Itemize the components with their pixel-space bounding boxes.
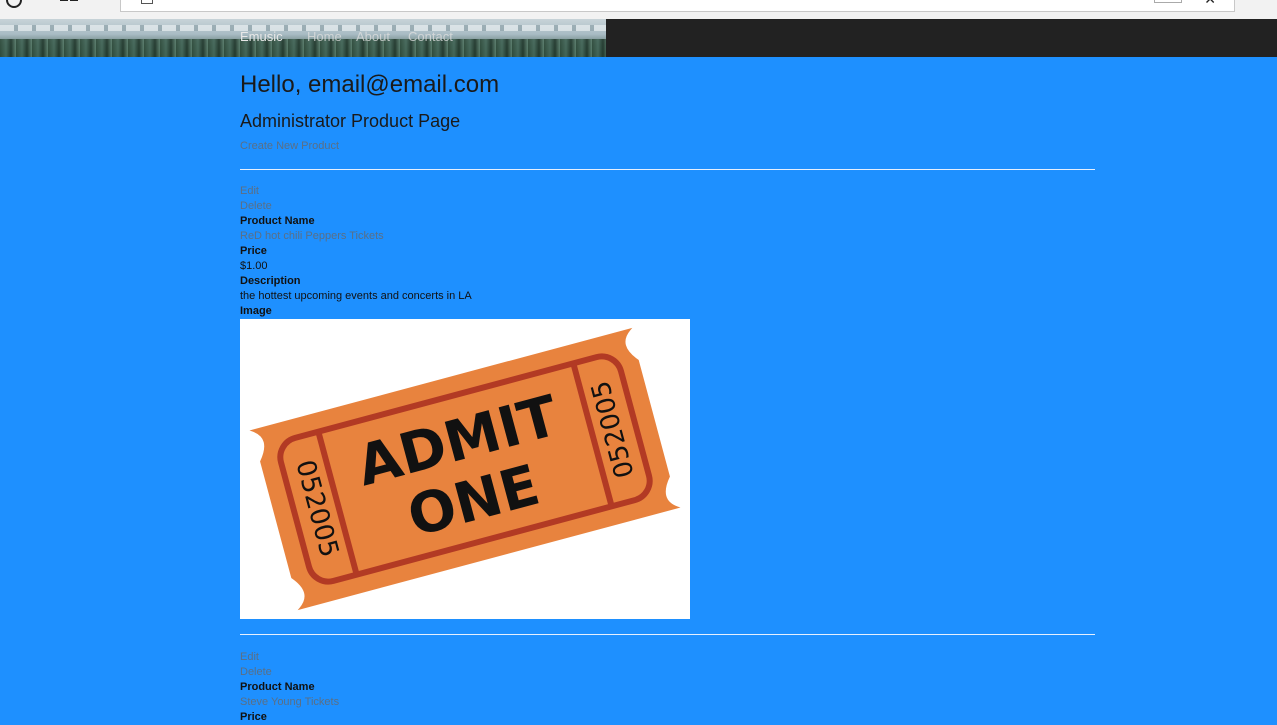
reader-view-button[interactable] <box>1154 0 1182 3</box>
apps-icon[interactable] <box>60 0 78 2</box>
product-name-label: Product Name <box>240 215 315 227</box>
favorite-star-icon[interactable]: ✕ <box>1204 0 1216 6</box>
page-title: Administrator Product Page <box>240 111 461 131</box>
description-label: Description <box>240 275 301 287</box>
edit-link[interactable]: Edit <box>240 650 259 665</box>
browser-toolbar: ✕ <box>0 0 1277 20</box>
product-name-link[interactable]: Steve Young Tickets <box>240 695 339 710</box>
product-name-link[interactable]: ReD hot chili Peppers Tickets <box>240 229 384 244</box>
image-label: Image <box>240 305 272 317</box>
page-icon <box>141 0 153 4</box>
nav-link-contact[interactable]: Contact <box>408 29 453 44</box>
navbar-brand[interactable]: Emusic <box>240 29 283 44</box>
address-bar[interactable]: ✕ <box>120 0 1235 12</box>
create-new-product-link[interactable]: Create New Product <box>240 140 339 152</box>
delete-link[interactable]: Delete <box>240 665 272 680</box>
nav-link-about[interactable]: About <box>356 29 390 44</box>
greeting-heading: Hello, email@email.com <box>240 71 500 98</box>
ticket-graphic: ADMIT ONE 052005 052005 <box>249 327 681 611</box>
product-name-label: Product Name <box>240 681 315 693</box>
price-label: Price <box>240 711 267 723</box>
navbar: Emusic Home About Contact <box>0 19 1277 57</box>
nav-link-home[interactable]: Home <box>307 29 342 44</box>
price-label: Price <box>240 245 267 257</box>
divider <box>240 634 1095 635</box>
price-value: $1.00 <box>240 260 268 272</box>
stadium-banner-image <box>0 19 606 57</box>
delete-link[interactable]: Delete <box>240 199 272 214</box>
edit-link[interactable]: Edit <box>240 184 259 199</box>
admit-one-ticket-image: ADMIT ONE 052005 052005 <box>240 319 690 619</box>
divider <box>240 169 1095 170</box>
description-value: the hottest upcoming events and concerts… <box>240 290 472 302</box>
reload-icon[interactable] <box>6 0 22 8</box>
